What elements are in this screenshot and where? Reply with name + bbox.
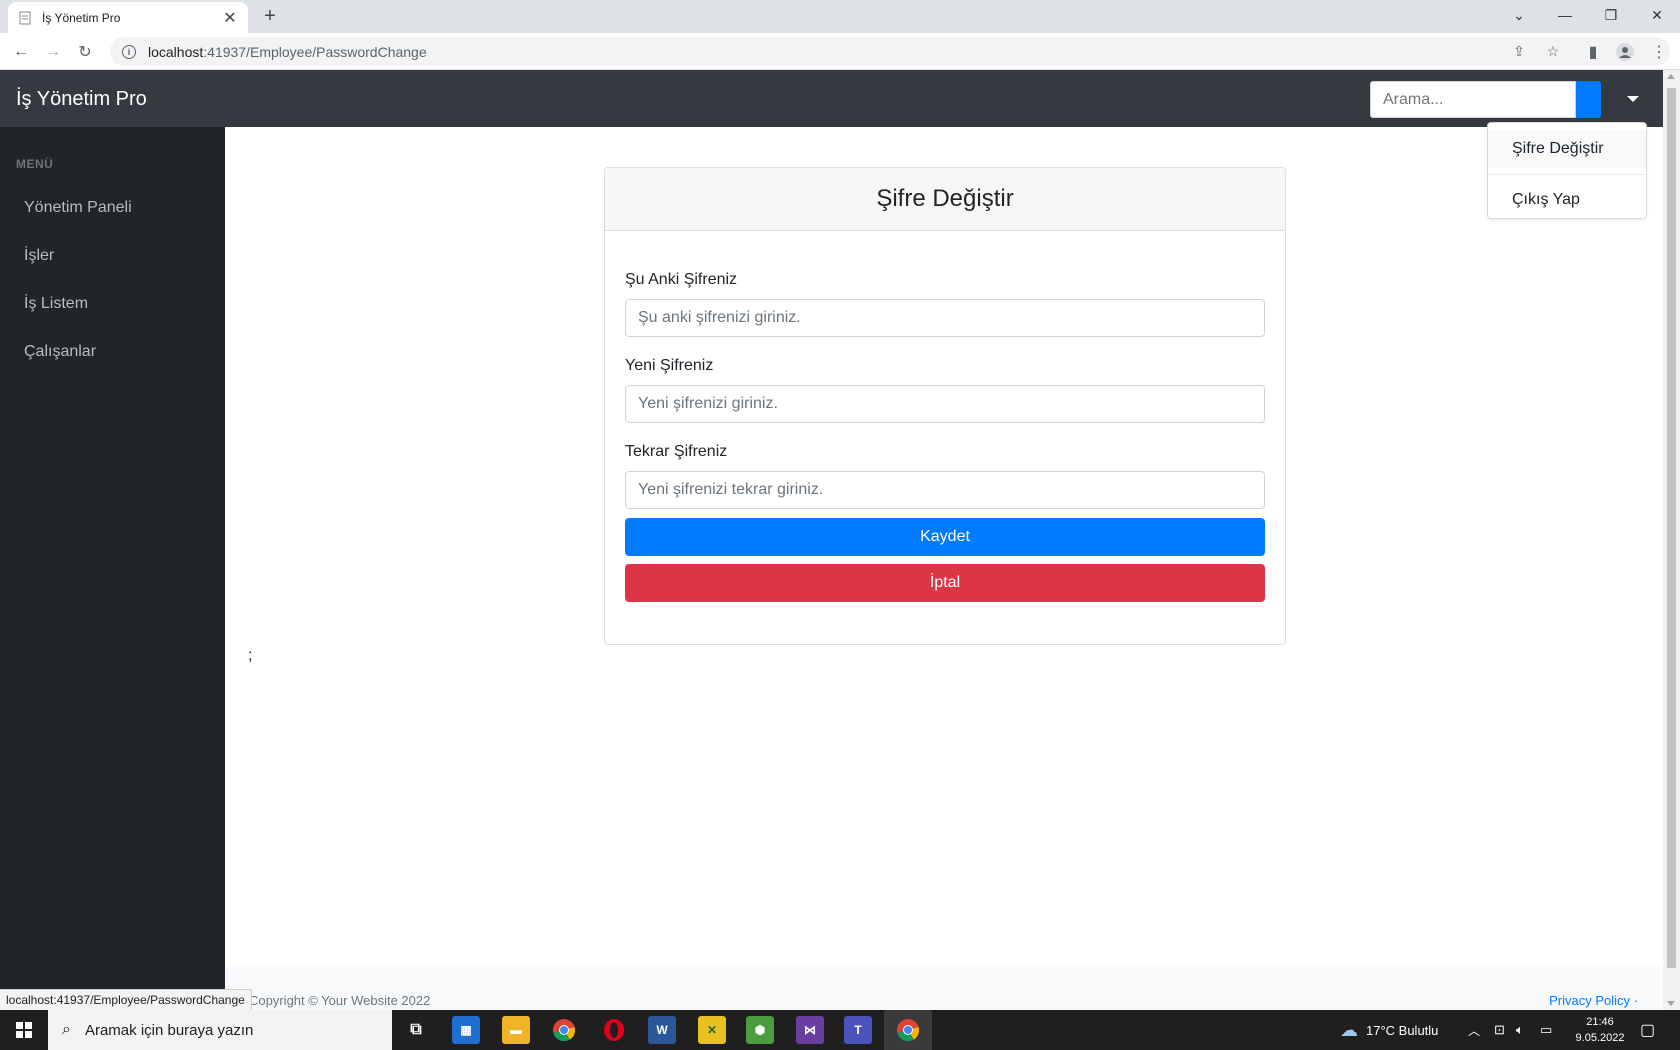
url-path: :41937/Employee/PasswordChange: [203, 43, 427, 60]
taskbar-search[interactable]: ⌕ Aramak için buraya yazın: [48, 1010, 392, 1050]
save-button[interactable]: Kaydet: [625, 518, 1265, 556]
repeat-password-label: Tekrar Şifreniz: [625, 443, 728, 460]
battery-icon[interactable]: ▭: [1540, 1010, 1552, 1050]
address-bar[interactable]: i localhost:41937/Employee/PasswordChang…: [110, 37, 1670, 66]
app-navbar: İş Yönetim Pro: [0, 70, 1663, 127]
store-icon[interactable]: ▦: [452, 1016, 480, 1044]
url-host: localhost: [148, 43, 204, 60]
volume-icon[interactable]: 🔈︎: [1516, 1010, 1524, 1050]
restore-icon[interactable]: ❐: [1588, 0, 1634, 30]
chrome-active-icon[interactable]: [894, 1016, 922, 1044]
user-dropdown-toggle[interactable]: [1620, 90, 1646, 108]
teams-icon[interactable]: T: [844, 1016, 872, 1044]
bookmark-star-icon[interactable]: ☆: [1540, 37, 1566, 66]
caret-down-icon: [1627, 96, 1639, 102]
user-dropdown-menu: Şifre Değiştir Çıkış Yap: [1487, 122, 1647, 219]
menu-item-logout[interactable]: Çıkış Yap: [1488, 181, 1646, 219]
menu-divider: [1488, 174, 1646, 175]
sidebar-heading: MENÜ: [16, 157, 54, 171]
sidebar-item-jobs[interactable]: İşler: [24, 247, 54, 265]
task-view-icon[interactable]: ⧉: [402, 1016, 430, 1044]
browser-menu-icon[interactable]: ⋮: [1646, 39, 1672, 65]
footer-copyright: Copyright © Your Website 2022: [249, 993, 431, 1008]
file-explorer-icon[interactable]: ▬: [502, 1016, 530, 1044]
side-panel-icon[interactable]: ▮: [1580, 39, 1606, 65]
repeat-password-input[interactable]: Yeni şifrenizi tekrar giriniz.: [625, 471, 1265, 509]
new-tab-icon[interactable]: +: [260, 6, 280, 26]
back-icon[interactable]: ←: [8, 39, 34, 65]
windows-taskbar: ⌕ Aramak için buraya yazın ⧉ ▦ ▬ W ✕ ⬢ ⋈…: [0, 1010, 1680, 1050]
sidebar-item-employees[interactable]: Çalışanlar: [24, 343, 96, 361]
current-password-input[interactable]: Şu anki şifrenizi giriniz.: [625, 299, 1265, 337]
browser-toolbar: ← → ↻ i localhost:41937/Employee/Passwor…: [0, 33, 1680, 70]
password-change-card: Şifre Değiştir Şu Anki Şifreniz Şu anki …: [604, 167, 1286, 645]
stray-text: ;: [248, 647, 253, 664]
page-footer: Copyright © Your Website 2022 Privacy Po…: [225, 967, 1663, 1010]
main-content: Şifre Değiştir Şu Anki Şifreniz Şu anki …: [225, 127, 1663, 967]
cancel-button[interactable]: İptal: [625, 564, 1265, 602]
notification-icon[interactable]: ▢: [1640, 1010, 1655, 1050]
minimize-icon[interactable]: —: [1542, 0, 1588, 30]
start-button[interactable]: [0, 1010, 48, 1050]
nodejs-icon[interactable]: ⬢: [746, 1016, 774, 1044]
privacy-policy-link[interactable]: Privacy Policy ·: [1549, 993, 1638, 1008]
scroll-up-icon[interactable]: [1667, 74, 1675, 79]
dev-tool-icon[interactable]: ✕: [698, 1016, 726, 1044]
sidebar-item-dashboard[interactable]: Yönetim Paneli: [24, 199, 132, 217]
status-bar-url: localhost:41937/Employee/PasswordChange: [0, 989, 252, 1010]
browser-tab-bar: İş Yönetim Pro ✕ + ⌄ — ❐ ✕: [0, 0, 1680, 33]
windows-logo-icon: [16, 1022, 32, 1038]
weather-widget[interactable]: ☁ 17°C Bulutlu: [1340, 1010, 1438, 1050]
sidebar-item-my-job-list[interactable]: İş Listem: [24, 295, 88, 313]
window-close-icon[interactable]: ✕: [1634, 0, 1680, 30]
search-icon: ⌕: [62, 1021, 71, 1038]
cloud-icon: ☁: [1340, 1019, 1358, 1040]
menu-item-change-password[interactable]: Şifre Değiştir: [1488, 130, 1646, 168]
clock-time: 21:46: [1586, 1016, 1614, 1028]
tab-search-chevron-icon[interactable]: ⌄: [1496, 0, 1542, 30]
current-password-label: Şu Anki Şifreniz: [625, 271, 738, 288]
clock-date: 9.05.2022: [1575, 1032, 1625, 1044]
site-info-icon[interactable]: i: [122, 44, 136, 59]
taskbar-search-placeholder: Aramak için buraya yazın: [84, 1021, 254, 1039]
search-input[interactable]: [1370, 81, 1576, 118]
tab-close-icon[interactable]: ✕: [222, 8, 238, 28]
weather-text: 17°C Bulutlu: [1366, 1022, 1439, 1038]
chrome-icon[interactable]: [550, 1016, 578, 1044]
brand-title[interactable]: İş Yönetim Pro: [16, 88, 147, 111]
show-hidden-icons-icon[interactable]: ︿: [1468, 1010, 1480, 1050]
new-password-input[interactable]: Yeni şifrenizi giriniz.: [625, 385, 1265, 423]
page-favicon-icon: [18, 11, 32, 25]
scrollbar-thumb[interactable]: [1667, 88, 1676, 968]
card-title: Şifre Değiştir: [605, 168, 1285, 231]
reload-icon[interactable]: ↻: [72, 39, 98, 65]
system-clock[interactable]: 21:46 9.05.2022: [1570, 1014, 1630, 1046]
forward-icon[interactable]: →: [40, 39, 66, 65]
browser-tab[interactable]: İş Yönetim Pro ✕: [8, 2, 248, 33]
word-icon[interactable]: W: [648, 1016, 676, 1044]
network-icon[interactable]: ⊡: [1494, 1010, 1505, 1050]
share-icon[interactable]: ⇪: [1506, 37, 1532, 66]
sidebar: MENÜ Yönetim Paneli İşler İş Listem Çalı…: [0, 127, 225, 1010]
scroll-down-icon[interactable]: [1667, 1001, 1675, 1006]
visual-studio-icon[interactable]: ⋈: [796, 1016, 824, 1044]
page-scrollbar[interactable]: [1663, 70, 1680, 1010]
tab-title: İş Yönetim Pro: [42, 10, 121, 25]
opera-icon[interactable]: [600, 1016, 628, 1044]
new-password-label: Yeni Şifreniz: [625, 357, 714, 374]
profile-avatar-icon[interactable]: [1612, 39, 1638, 65]
search-button[interactable]: [1576, 81, 1601, 118]
